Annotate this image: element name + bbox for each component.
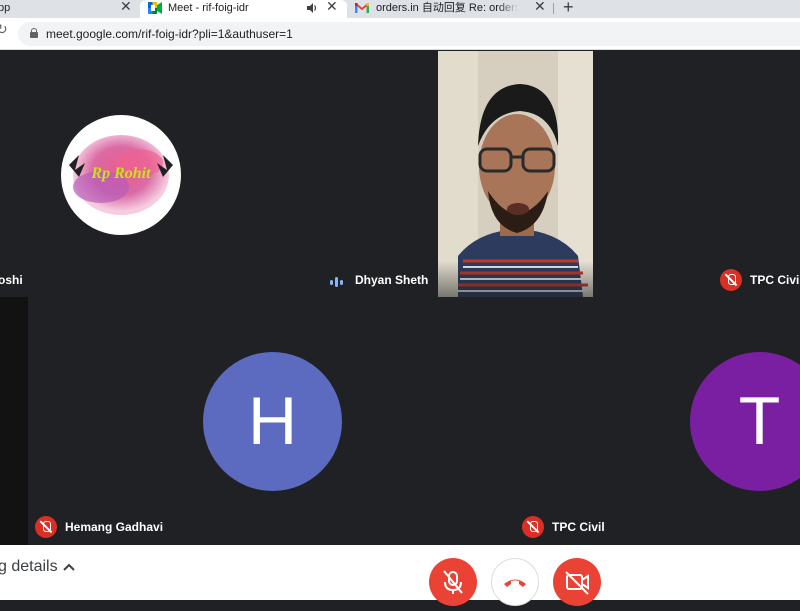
participant-logo-avatar: Rp Rohit (61, 115, 181, 235)
meeting-stage: Rp Rohit oshi Dhyan Sheth TPC Civil H He… (0, 51, 800, 545)
browser-toolbar: ↻ meet.google.com/rif-foig-idr?pli=1&aut… (0, 18, 800, 50)
audio-playing-icon[interactable] (306, 2, 318, 14)
lock-icon[interactable] (30, 28, 38, 38)
call-end-icon (504, 579, 526, 587)
participant-tile[interactable]: Rp Rohit oshi (0, 51, 318, 297)
participant-tile[interactable] (0, 297, 28, 545)
tab-gmail[interactable]: orders.in 自动回复 Re: orders.in ✕ (348, 0, 553, 18)
tab-close-button[interactable]: ✕ (534, 0, 546, 13)
url-text[interactable]: meet.google.com/rif-foig-idr?pli=1&authu… (46, 27, 293, 41)
camera-toggle-button[interactable] (553, 558, 601, 606)
microphone-toggle-button[interactable] (429, 558, 477, 606)
tab-separator (553, 3, 554, 14)
tab-title-fade (498, 0, 532, 18)
tab-pp[interactable]: pp ✕ (0, 0, 140, 18)
tab-close-button[interactable]: ✕ (326, 0, 338, 13)
tab-title: Meet - rif-foig-idr (168, 2, 249, 14)
google-meet-icon (148, 2, 162, 14)
mic-off-icon (443, 570, 463, 594)
videocam-off-icon (565, 571, 589, 595)
tab-title: pp (0, 2, 11, 14)
mic-off-icon (522, 516, 544, 538)
participant-tile[interactable]: T TPC Civil (515, 297, 800, 545)
participant-name: Dhyan Sheth (355, 273, 429, 287)
participant-avatar: T (690, 352, 800, 491)
participant-tile[interactable]: TPC Civil (713, 51, 800, 297)
speaking-indicator-icon (330, 277, 344, 287)
participant-avatar: H (203, 352, 342, 491)
meeting-details-button[interactable]: g details (0, 558, 58, 576)
chevron-up-icon[interactable] (62, 560, 76, 574)
participant-name: TPC Civil (750, 273, 800, 287)
reload-icon[interactable]: ↻ (0, 21, 8, 38)
meeting-controls-bar: g details (0, 545, 800, 606)
gmail-icon (355, 3, 369, 13)
participant-name: TPC Civil (552, 520, 605, 534)
leave-call-button[interactable] (491, 558, 539, 606)
participant-name: Hemang Gadhavi (65, 520, 164, 534)
browser-tab-strip: pp ✕ Meet - rif-foig-idr ✕ orders.in 自动回… (0, 0, 800, 18)
mic-off-icon (35, 516, 57, 538)
tab-meet[interactable]: Meet - rif-foig-idr ✕ (140, 0, 347, 18)
logo-text: Rp Rohit (90, 165, 151, 182)
tab-close-button[interactable]: ✕ (120, 0, 132, 13)
mic-off-icon (720, 269, 742, 291)
participant-tile[interactable]: H Hemang Gadhavi (28, 297, 515, 545)
participant-tile[interactable]: Dhyan Sheth (318, 51, 713, 297)
address-bar[interactable]: meet.google.com/rif-foig-idr?pli=1&authu… (18, 22, 800, 46)
new-tab-button[interactable]: + (563, 0, 574, 18)
participant-name: oshi (0, 273, 23, 287)
